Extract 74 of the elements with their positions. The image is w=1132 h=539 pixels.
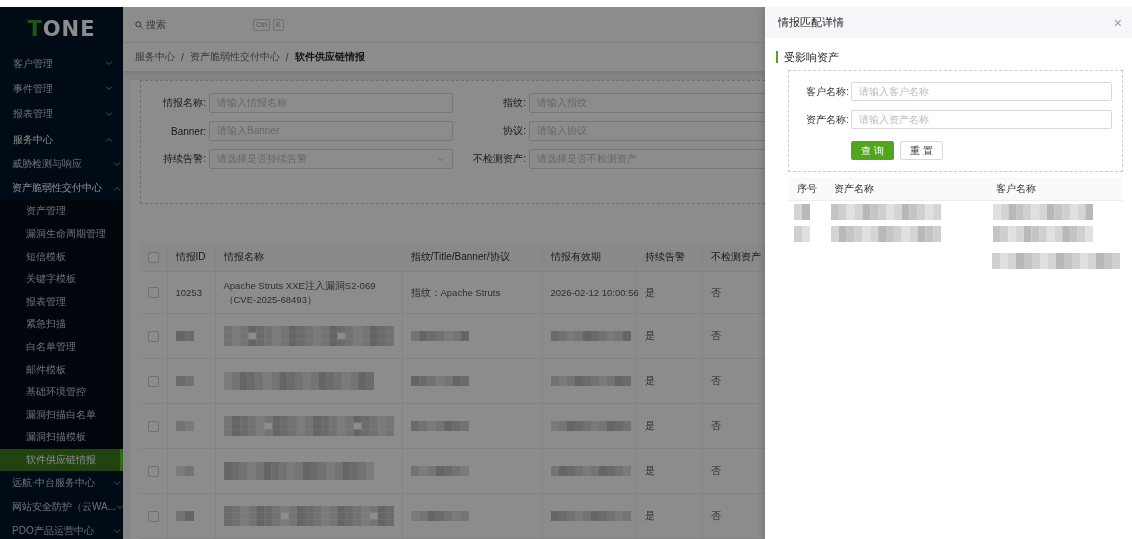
breadcrumb-separator: / bbox=[181, 51, 184, 63]
sidebar-item[interactable]: 基础环境管控 bbox=[0, 380, 123, 404]
column-header: 资产名称 bbox=[825, 177, 987, 201]
column-header: 情报名称 bbox=[215, 243, 402, 272]
id-cell: 10253 bbox=[167, 271, 215, 314]
table-cell: 是 bbox=[636, 358, 702, 404]
sidebar-item[interactable]: 事件管理 bbox=[0, 76, 123, 102]
checkbox[interactable] bbox=[148, 420, 159, 432]
field-label: Banner: bbox=[169, 125, 207, 137]
chevron-down-icon bbox=[105, 111, 113, 117]
breadcrumb-item[interactable]: 资产脆弱性交付中心 bbox=[189, 50, 280, 64]
breadcrumb-separator: / bbox=[285, 51, 289, 63]
sidebar-item[interactable]: 漏洞扫描白名单 bbox=[0, 403, 123, 427]
search-field[interactable]: 搜索 bbox=[146, 17, 166, 32]
table-cell: 是 bbox=[636, 403, 702, 449]
column-header: 情报ID bbox=[167, 243, 215, 272]
search-icon bbox=[135, 20, 143, 29]
sidebar-item[interactable]: 威胁检测与响应 bbox=[0, 152, 123, 177]
sidebar-item[interactable]: 邮件模板 bbox=[0, 358, 123, 381]
table-cell: Apache Struts XXE注入漏洞S2-069（CVE-2025-68493） bbox=[215, 271, 402, 314]
table-cell: 指纹：Apache Struts bbox=[402, 271, 542, 314]
chevron-up-icon bbox=[105, 137, 113, 143]
column-header: 持续告警 bbox=[636, 243, 702, 272]
sidebar-item[interactable]: 服务中心 bbox=[0, 126, 123, 153]
table-cell: 是 bbox=[636, 448, 702, 494]
checkbox[interactable] bbox=[148, 287, 159, 298]
table-cell: 是 bbox=[636, 493, 702, 539]
sidebar-item[interactable]: 漏洞生命周期管理 bbox=[0, 222, 123, 246]
sidebar-item[interactable]: 关键字模板 bbox=[0, 267, 123, 291]
checkbox[interactable] bbox=[148, 330, 159, 342]
sidebar-item[interactable]: 网站安全防护（云WA... bbox=[0, 495, 123, 520]
sidebar-item[interactable]: PDO产品运营中心 bbox=[0, 519, 123, 539]
drawer-title: 情报匹配详情 bbox=[778, 15, 844, 30]
breadcrumb-item: 软件供应链情报 bbox=[294, 50, 365, 64]
sidebar-item[interactable]: 客户管理 bbox=[0, 51, 123, 77]
sidebar-item[interactable]: 报表管理 bbox=[0, 101, 123, 127]
sidebar-item[interactable]: 短信模板 bbox=[0, 245, 123, 268]
checkbox[interactable] bbox=[148, 510, 159, 522]
chevron-down-icon bbox=[113, 161, 121, 167]
sidebar-item[interactable]: 资产管理 bbox=[0, 200, 123, 223]
sidebar-item[interactable]: 报表管理 bbox=[0, 290, 123, 314]
close-button[interactable]: × bbox=[1113, 15, 1122, 30]
field-label: 持续告警: bbox=[162, 152, 207, 166]
chevron-down-icon bbox=[105, 86, 113, 92]
sidebar-item[interactable]: 紧急扫描 bbox=[0, 313, 123, 336]
field-label: 协议: bbox=[502, 124, 527, 138]
chevron-down-icon bbox=[113, 528, 121, 534]
column-header: 情报有效期 bbox=[542, 243, 636, 272]
chevron-up-icon bbox=[113, 185, 121, 191]
checkbox[interactable] bbox=[148, 465, 159, 477]
chevron-down-icon bbox=[116, 504, 123, 510]
column-header: 序号 bbox=[788, 177, 825, 201]
logo: TONE bbox=[27, 17, 96, 41]
checkbox[interactable] bbox=[148, 251, 159, 263]
field-label: 不检测资产: bbox=[472, 152, 527, 166]
field-label: 资产名称: bbox=[805, 112, 850, 127]
chevron-down-icon bbox=[113, 480, 121, 486]
checkbox[interactable] bbox=[148, 375, 159, 387]
sidebar-item[interactable]: 软件供应链情报 bbox=[0, 448, 123, 472]
column-header: 客户名称 bbox=[987, 177, 1123, 201]
breadcrumb-item[interactable]: 服务中心 bbox=[135, 50, 175, 64]
sidebar-item[interactable]: 远航·中台服务中心 bbox=[0, 471, 123, 496]
field-label: 客户名称: bbox=[805, 84, 850, 99]
field-label: 情报名称: bbox=[162, 96, 207, 110]
sidebar-item[interactable]: 漏洞扫描模板 bbox=[0, 426, 123, 449]
table-cell: 是 bbox=[636, 313, 702, 359]
chevron-down-icon bbox=[105, 61, 113, 67]
field-label: 指纹: bbox=[502, 96, 527, 110]
column-header: 不检测资产 bbox=[702, 243, 765, 272]
reset-button[interactable]: 重 置 bbox=[899, 141, 943, 160]
section-title: 受影响资产 bbox=[776, 51, 839, 63]
column-header: 指纹/Title/Banner/协议 bbox=[402, 243, 542, 272]
sidebar-item[interactable]: 白名单管理 bbox=[0, 335, 123, 359]
search-button[interactable]: 查 询 bbox=[851, 141, 894, 160]
